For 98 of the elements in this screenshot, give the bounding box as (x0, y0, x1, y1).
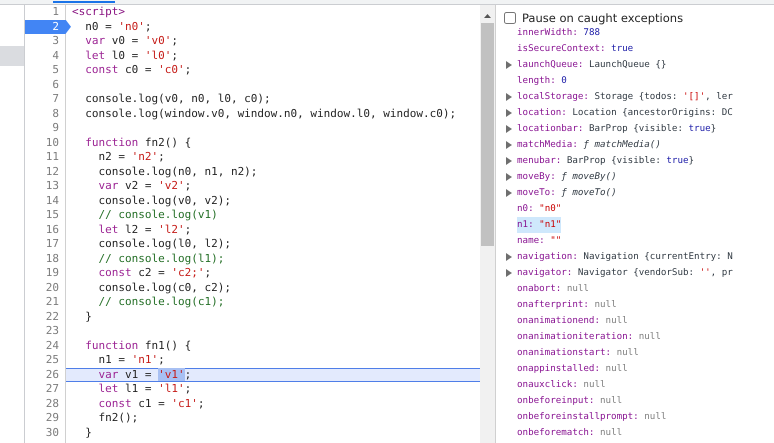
line-number[interactable]: 23 (25, 324, 65, 338)
line-number[interactable]: 19 (25, 266, 65, 280)
line-number[interactable]: 30 (25, 426, 65, 440)
scope-property[interactable]: onbeforematch: null (517, 425, 622, 441)
expand-caret-icon[interactable] (506, 141, 512, 149)
expand-caret-icon[interactable] (506, 253, 512, 261)
active-tab-indicator (53, 1, 115, 3)
line-number[interactable]: 21 (25, 295, 65, 310)
code-line: console.log(window.v0, window.n0, window.l0, window.c0); (84, 106, 458, 121)
checkbox[interactable] (504, 12, 516, 24)
line-number[interactable]: 7 (25, 92, 65, 106)
checkbox-label: Pause on caught exceptions (522, 11, 684, 25)
line-number[interactable]: 28 (25, 396, 65, 411)
line-number[interactable]: 9 (25, 121, 65, 136)
scope-property[interactable]: onappinstalled: null (517, 361, 628, 377)
scrollbar-thumb[interactable] (481, 23, 494, 246)
line-number[interactable]: 22 (25, 310, 65, 324)
line-number[interactable]: 13 (25, 179, 65, 194)
code-line: function fn1() { (84, 338, 192, 353)
code-line: } (84, 310, 93, 324)
code-line: var v0 = 'v0'; (84, 34, 179, 48)
code-line: const c1 = 'c1'; (97, 396, 206, 411)
line-number[interactable]: 10 (25, 136, 65, 150)
scope-property[interactable]: onauxclick: null (517, 377, 606, 393)
scope-property[interactable]: onafterprint: null (517, 297, 617, 313)
code-line: n1 = 'n1'; (97, 353, 166, 368)
line-number[interactable]: 12 (25, 164, 65, 179)
line-number[interactable]: 5 (25, 63, 65, 78)
scope-property[interactable]: menubar: BarProp {visible: true} (517, 153, 694, 169)
code-line: console.log(v0, n0, l0, c0); (84, 92, 272, 106)
expand-caret-icon[interactable] (506, 173, 512, 181)
code-line: var v2 = 'v2'; (97, 179, 192, 194)
code-line: // console.log(l1); (97, 252, 226, 266)
expand-caret-icon[interactable] (506, 61, 512, 69)
code-line: const c2 = 'c2;'; (97, 266, 212, 280)
code-line: console.log(c0, c2); (97, 280, 232, 295)
scope-property[interactable]: isSecureContext: true (517, 41, 634, 57)
scope-property[interactable]: location: Location {ancestorOrigins: DC (517, 105, 733, 121)
scope-property[interactable]: onabort: null (517, 281, 589, 297)
line-number[interactable]: 4 (25, 48, 65, 63)
scope-property[interactable]: onanimationstart: null (517, 345, 639, 361)
line-number[interactable]: 26 (25, 368, 65, 382)
code-line: // console.log(c1); (97, 295, 226, 310)
expand-caret-icon[interactable] (506, 269, 512, 277)
scope-property[interactable]: launchQueue: LaunchQueue {} (517, 57, 666, 73)
scope-property[interactable]: locationbar: BarProp {visible: true} (517, 121, 716, 137)
breakpoint-line-number[interactable]: 2 (25, 20, 71, 34)
code-line: let l2 = 'l2'; (97, 222, 192, 237)
scope-property[interactable]: innerWidth: 788 (517, 25, 600, 41)
scope-property[interactable]: onanimationiteration: null (517, 329, 661, 345)
line-number[interactable]: 11 (25, 150, 65, 164)
scope-property[interactable]: onanimationend: null (517, 313, 628, 329)
expand-caret-icon[interactable] (506, 125, 512, 133)
line-number[interactable]: 20 (25, 280, 65, 295)
line-number[interactable]: 27 (25, 382, 65, 396)
code-line: const c0 = 'c0'; (84, 63, 192, 78)
line-number[interactable]: 3 (25, 34, 65, 48)
expand-caret-icon[interactable] (506, 157, 512, 165)
scope-property[interactable]: navigator: Navigator {vendorSub: '', pr (517, 265, 733, 281)
scope-property[interactable]: onbeforeinput: null (517, 393, 622, 409)
scope-property[interactable]: onbeforeinstallprompt: null (517, 409, 666, 425)
code-line: let l0 = 'l0'; (84, 48, 179, 63)
line-number[interactable]: 8 (25, 106, 65, 121)
expand-caret-icon[interactable] (506, 109, 512, 117)
scroll-up-arrow-icon[interactable] (484, 14, 491, 18)
line-number[interactable]: 14 (25, 194, 65, 208)
code-line: function fn2() { (84, 136, 192, 150)
line-number[interactable]: 29 (25, 411, 65, 426)
line-number[interactable]: 15 (25, 208, 65, 222)
code-line: n0 = 'n0'; (84, 20, 152, 34)
code-line: } (84, 426, 93, 440)
code-line: fn2(); (97, 411, 140, 426)
code-line: let l1 = 'l1'; (97, 382, 192, 396)
expand-caret-icon[interactable] (506, 189, 512, 197)
code-line: console.log(l0, l2); (97, 237, 232, 252)
scope-property[interactable]: n0: "n0" (517, 201, 562, 217)
scope-property[interactable]: matchMedia: ƒ matchMedia() (517, 137, 661, 153)
code-line: console.log(n0, n1, n2); (97, 164, 258, 179)
line-number[interactable]: 16 (25, 222, 65, 237)
line-number[interactable]: 18 (25, 252, 65, 266)
code-line: console.log(v0, v2); (97, 194, 232, 208)
expand-caret-icon[interactable] (506, 93, 512, 101)
scope-property[interactable]: moveBy: ƒ moveBy() (517, 169, 617, 185)
line-number[interactable]: 24 (25, 338, 65, 353)
scope-property[interactable]: n1: "n1" (517, 217, 562, 233)
line-number[interactable]: 1 (25, 5, 65, 20)
code-line: <script> (71, 5, 126, 20)
line-number[interactable]: 25 (25, 353, 65, 368)
scope-property[interactable]: moveTo: ƒ moveTo() (517, 185, 617, 201)
line-number[interactable]: 17 (25, 237, 65, 252)
scope-property[interactable]: length: 0 (517, 73, 567, 89)
code-line: n2 = 'n2'; (97, 150, 166, 164)
code-line: // console.log(v1) (97, 208, 219, 222)
scope-property[interactable]: name: "" (517, 233, 562, 249)
line-number[interactable]: 6 (25, 78, 65, 92)
scope-property[interactable]: navigation: Navigation {currentEntry: N (517, 249, 733, 265)
scope-property[interactable]: localStorage: Storage {todos: '[]', ler (517, 89, 733, 105)
scrollbar[interactable] (480, 5, 496, 443)
